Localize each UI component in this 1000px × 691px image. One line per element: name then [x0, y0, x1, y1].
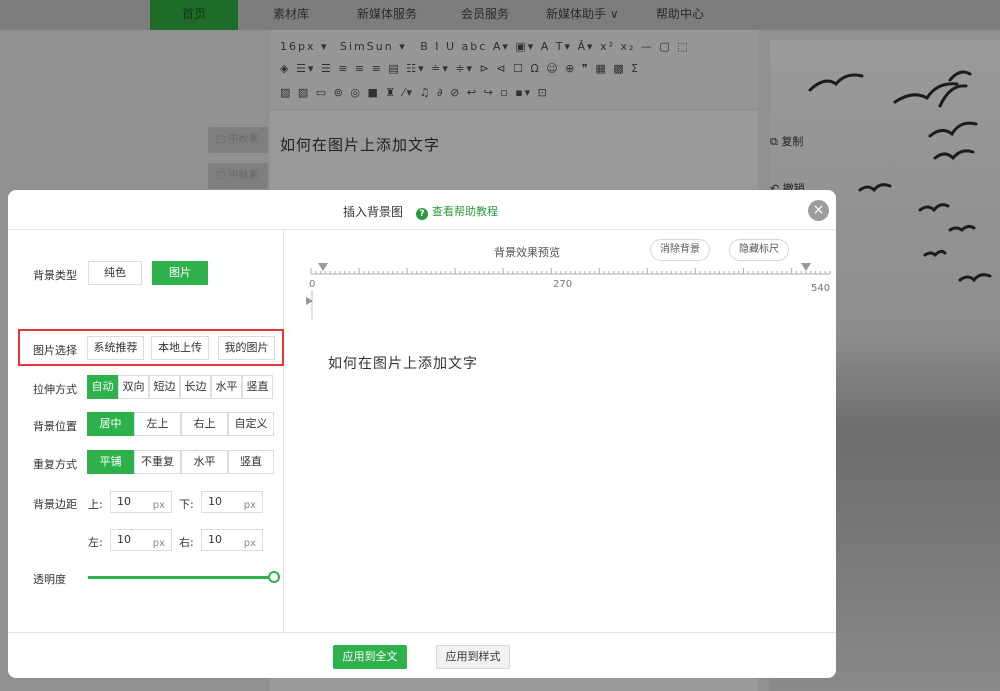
- position-custom-button[interactable]: 自定义: [228, 412, 274, 436]
- margin-bottom-input[interactable]: 10 px: [201, 491, 263, 513]
- opacity-slider-handle[interactable]: [268, 571, 280, 583]
- margin-right-label: 右:: [179, 536, 194, 549]
- nav-help[interactable]: 帮助中心: [656, 0, 704, 30]
- bg-type-image-button[interactable]: 图片: [152, 261, 208, 285]
- template-chip-label: 中秋素: [228, 134, 259, 145]
- bg-type-label: 背景类型: [33, 269, 77, 282]
- stretch-horizontal-button[interactable]: 水平: [211, 375, 242, 399]
- apply-to-all-button[interactable]: 应用到全文: [333, 645, 407, 669]
- editor-toolbar: 16px ▾ SimSun ▾ B I U abc A▾ ▣▾ A T▾ Ā▾ …: [270, 30, 758, 110]
- bg-type-solid-button[interactable]: 纯色: [88, 261, 142, 285]
- stretch-auto-button[interactable]: 自动: [87, 375, 118, 399]
- nav-materials[interactable]: 素材库: [273, 0, 309, 30]
- margin-label: 背景边距: [33, 498, 77, 511]
- position-center-button[interactable]: 居中: [87, 412, 134, 436]
- dialog-footer: 应用到全文 应用到样式: [8, 632, 836, 678]
- copy-action[interactable]: ⧉ 复制: [770, 133, 803, 149]
- ruler-start-label: 0: [309, 279, 315, 290]
- template-chip[interactable]: ▢ 中秋素: [208, 127, 268, 153]
- insert-background-dialog: 插入背景图 ? 查看帮助教程 × 背景类型 纯色 图片 图片选择 系统推荐 本地上…: [8, 190, 836, 678]
- margin-top-label: 上:: [88, 498, 103, 511]
- stretch-short-button[interactable]: 短边: [149, 375, 180, 399]
- stretch-label: 拉伸方式: [33, 383, 77, 396]
- repeat-label: 重复方式: [33, 458, 77, 471]
- toolbar-row-2[interactable]: ◈ ☰▾ ☰ ≡ ≡ ≡ ▤ ☷▾ ≐▾ ≑▾ ⊳ ⊲ ☐ Ω ☺ ⊕ ❞ ▦ …: [280, 62, 640, 84]
- margin-right-unit: px: [243, 538, 256, 549]
- close-button[interactable]: ×: [808, 200, 829, 221]
- toolbar-row-1: 16px ▾ SimSun ▾ B I U abc A▾ ▣▾ A T▾ Ā▾ …: [280, 40, 690, 62]
- margin-left-unit: px: [152, 538, 165, 549]
- preview-panel: 背景效果预览 消除背景 隐藏标尺 0 270 540 43 如何在图片上添加文字: [285, 230, 836, 632]
- font-family-select[interactable]: SimSun ▾: [340, 40, 407, 53]
- preview-content: 如何在图片上添加文字: [328, 356, 478, 372]
- format-icons-row-1[interactable]: B I U abc A▾ ▣▾ A T▾ Ā▾ x² x₂ — ▢ ⬚: [420, 40, 689, 53]
- template-chip[interactable]: ▢ 中秋素: [208, 163, 268, 189]
- repeat-none-button[interactable]: 不重复: [134, 450, 181, 474]
- margin-right-value: 10: [208, 533, 222, 546]
- editor-content[interactable]: 如何在图片上添加文字: [280, 134, 440, 155]
- margin-left-label: 左:: [88, 536, 103, 549]
- opacity-slider-track[interactable]: [88, 576, 274, 579]
- margin-bottom-unit: px: [243, 500, 256, 511]
- position-label: 背景位置: [33, 420, 77, 433]
- stretch-long-button[interactable]: 长边: [180, 375, 211, 399]
- toolbar-row-3[interactable]: ▨ ▧ ▭ ⊚ ◎ ■ ♜ ⁄▾ ♫ ∂ ⊘ ↩ ↪ ▫ ▪▾ ⊡: [280, 86, 549, 108]
- repeat-tile-button[interactable]: 平铺: [87, 450, 134, 474]
- stretch-vertical-button[interactable]: 竖直: [242, 375, 273, 399]
- dialog-header: 插入背景图 ? 查看帮助教程 ×: [8, 190, 836, 230]
- nav-assistant[interactable]: 新媒体助手 ∨: [546, 0, 619, 30]
- system-recommend-button[interactable]: 系统推荐: [87, 336, 144, 360]
- local-upload-button[interactable]: 本地上传: [151, 336, 209, 360]
- help-tutorial-link[interactable]: ? 查看帮助教程: [416, 203, 498, 220]
- margin-top-input[interactable]: 10 px: [110, 491, 172, 513]
- ruler-left-marker[interactable]: [318, 263, 328, 271]
- repeat-vertical-button[interactable]: 竖直: [228, 450, 274, 474]
- margin-top-value: 10: [117, 495, 131, 508]
- my-images-button[interactable]: 我的图片: [218, 336, 275, 360]
- margin-top-unit: px: [152, 500, 165, 511]
- top-nav: 首页 素材库 新媒体服务 会员服务 新媒体助手 ∨ 帮助中心: [0, 0, 1000, 30]
- nav-home[interactable]: 首页: [150, 0, 238, 30]
- repeat-horizontal-button[interactable]: 水平: [181, 450, 228, 474]
- font-size-select[interactable]: 16px ▾: [280, 40, 329, 53]
- settings-panel: 背景类型 纯色 图片 图片选择 系统推荐 本地上传 我的图片 拉伸方式 自动 双…: [8, 230, 284, 632]
- opacity-label: 透明度: [33, 573, 66, 586]
- ruler-end-label: 540: [811, 283, 830, 294]
- position-top-right-button[interactable]: 右上: [181, 412, 228, 436]
- image-source-label: 图片选择: [33, 344, 77, 357]
- dialog-title: 插入背景图: [343, 205, 404, 219]
- help-icon: ?: [416, 208, 428, 220]
- margin-bottom-label: 下:: [179, 498, 194, 511]
- position-top-left-button[interactable]: 左上: [134, 412, 181, 436]
- margin-left-value: 10: [117, 533, 131, 546]
- horizontal-ruler: 0 270 540 43: [306, 263, 831, 320]
- help-link-label: 查看帮助教程: [432, 205, 498, 218]
- ruler-mid-label: 270: [553, 279, 572, 290]
- margin-left-input[interactable]: 10 px: [110, 529, 172, 551]
- stretch-both-button[interactable]: 双向: [118, 375, 149, 399]
- ruler-right-marker[interactable]: [801, 263, 811, 271]
- margin-bottom-value: 10: [208, 495, 222, 508]
- nav-media-service[interactable]: 新媒体服务: [357, 0, 417, 30]
- margin-right-input[interactable]: 10 px: [201, 529, 263, 551]
- template-chip-label: 中秋素: [228, 170, 259, 181]
- nav-membership[interactable]: 会员服务: [461, 0, 509, 30]
- apply-to-style-button[interactable]: 应用到样式: [436, 645, 510, 669]
